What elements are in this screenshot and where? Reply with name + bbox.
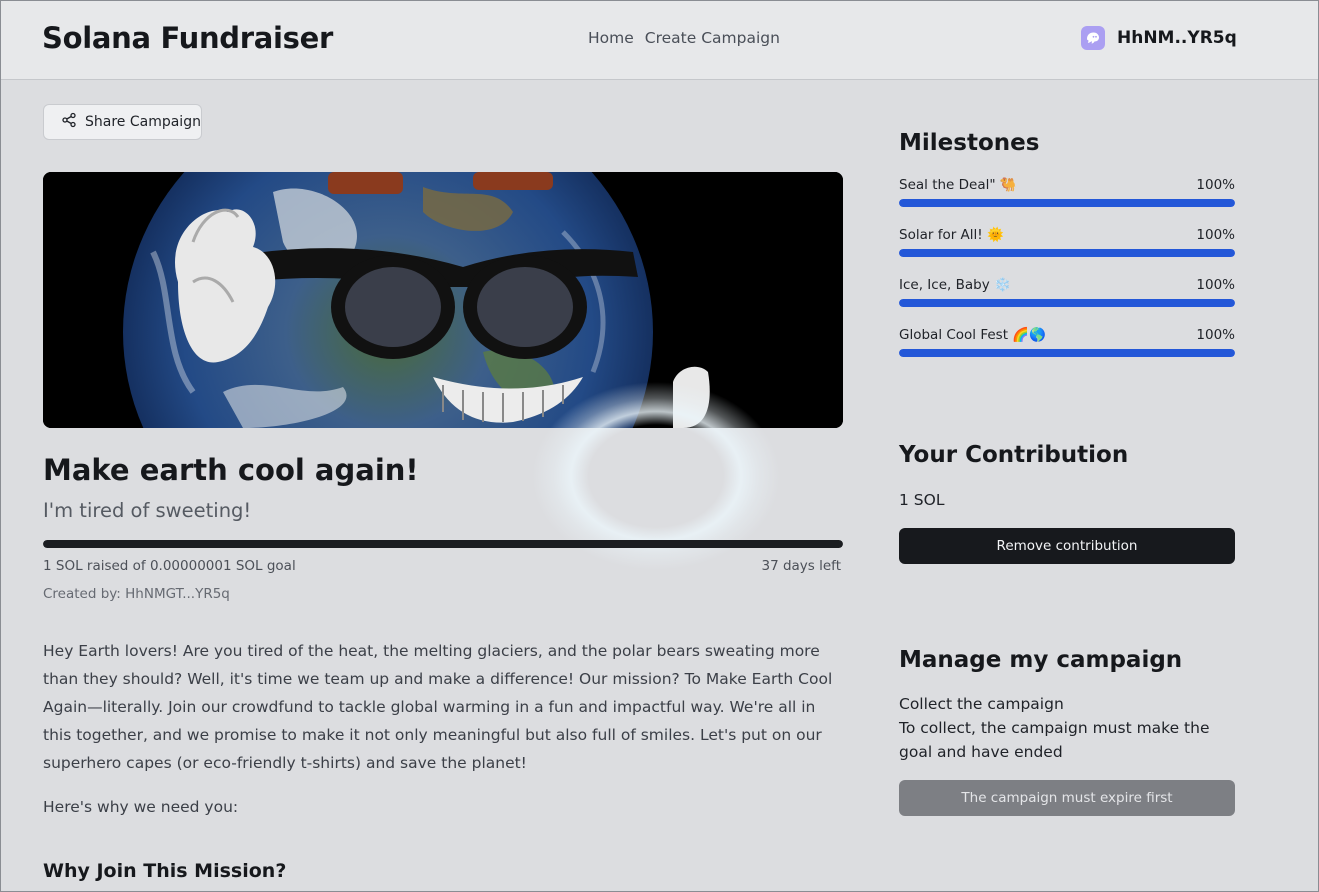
milestone-item: Global Cool Fest 🌈🌎 100%: [899, 327, 1235, 357]
campaign-progress-fill: [43, 540, 843, 548]
milestone-percent: 100%: [1196, 277, 1235, 293]
collect-note: To collect, the campaign must make the g…: [899, 719, 1210, 761]
campaign-subtitle: I'm tired of sweeting!: [43, 499, 252, 522]
milestone-progress-fill: [899, 249, 1235, 257]
milestone-progress-fill: [899, 299, 1235, 307]
why-we-need-you-text: Here's why we need you:: [43, 798, 239, 816]
manage-campaign-heading: Manage my campaign: [899, 647, 1183, 673]
campaign-progress-bar: [43, 540, 843, 548]
milestone-progress-bar: [899, 249, 1235, 257]
brand-title[interactable]: Solana Fundraiser: [42, 21, 333, 55]
campaign-description: Hey Earth lovers! Are you tired of the h…: [43, 642, 833, 772]
nav-home-link[interactable]: Home: [588, 29, 634, 47]
milestone-progress-bar: [899, 199, 1235, 207]
share-icon: [61, 112, 77, 132]
wallet-address: HhNM..YR5q: [1117, 28, 1237, 48]
collect-campaign-info: Collect the campaign To collect, the cam…: [899, 692, 1235, 764]
milestone-label: Global Cool Fest 🌈🌎: [899, 327, 1046, 343]
share-campaign-button[interactable]: Share Campaign: [43, 104, 202, 140]
milestone-item: Seal the Deal" 🐫 100%: [899, 177, 1235, 207]
your-contribution-heading: Your Contribution: [899, 442, 1129, 468]
campaign-hero-image: [43, 172, 843, 428]
nav-create-campaign-link[interactable]: Create Campaign: [645, 29, 780, 47]
main-nav: Home Create Campaign: [588, 29, 780, 47]
share-campaign-label: Share Campaign: [85, 114, 201, 130]
milestone-label: Ice, Ice, Baby ❄️: [899, 277, 1011, 293]
milestone-label: Solar for All! 🌞: [899, 227, 1004, 243]
days-left-text: 37 days left: [761, 558, 842, 574]
phantom-ghost-icon: [1081, 26, 1105, 50]
contribution-amount: 1 SOL: [899, 491, 945, 509]
milestone-percent: 100%: [1196, 177, 1235, 193]
wallet-button[interactable]: HhNM..YR5q: [1081, 26, 1237, 50]
milestone-label: Seal the Deal" 🐫: [899, 177, 1017, 193]
created-by-text: Created by: HhNMGT...YR5q: [43, 586, 230, 602]
top-navbar: Solana Fundraiser Home Create Campaign H…: [1, 1, 1318, 80]
collect-title: Collect the campaign: [899, 695, 1064, 713]
collect-campaign-button[interactable]: The campaign must expire first: [899, 780, 1235, 816]
milestone-item: Solar for All! 🌞 100%: [899, 227, 1235, 257]
milestone-percent: 100%: [1196, 227, 1235, 243]
milestones-heading: Milestones: [899, 130, 1040, 156]
milestone-percent: 100%: [1196, 327, 1235, 343]
milestone-progress-fill: [899, 199, 1235, 207]
milestone-progress-fill: [899, 349, 1235, 357]
milestone-progress-bar: [899, 299, 1235, 307]
remove-contribution-button[interactable]: Remove contribution: [899, 528, 1235, 564]
raised-amount-text: 1 SOL raised of 0.00000001 SOL goal: [43, 558, 296, 574]
milestone-progress-bar: [899, 349, 1235, 357]
campaign-title: Make earth cool again!: [43, 453, 419, 487]
milestone-item: Ice, Ice, Baby ❄️ 100%: [899, 277, 1235, 307]
why-join-heading: Why Join This Mission?: [43, 860, 287, 882]
